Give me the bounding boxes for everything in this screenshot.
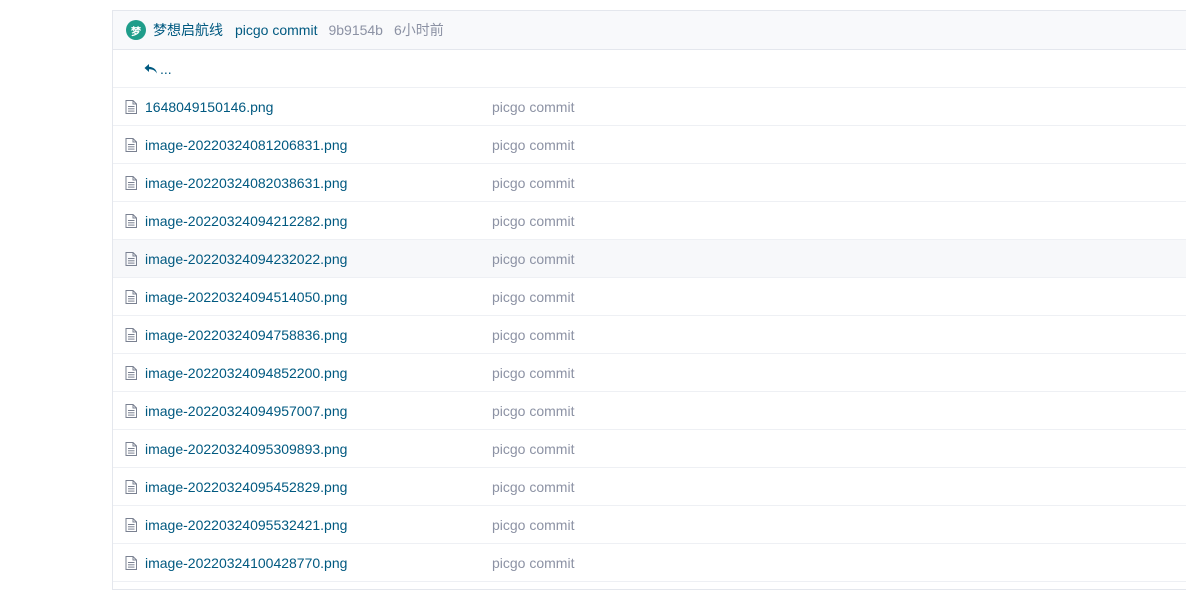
file-name-link[interactable]: image-20220324094212282.png bbox=[145, 213, 492, 229]
file-commit-message[interactable]: picgo commit bbox=[492, 175, 574, 191]
reply-arrow-icon bbox=[144, 63, 157, 73]
parent-directory-link[interactable]: ... bbox=[144, 61, 172, 77]
file-row[interactable]: image-20220324094758836.png picgo commit bbox=[113, 316, 1186, 354]
file-name-link[interactable]: image-20220324081206831.png bbox=[145, 137, 492, 153]
file-icon bbox=[125, 289, 137, 304]
file-row[interactable]: image-20220324095309893.png picgo commit bbox=[113, 430, 1186, 468]
file-icon bbox=[125, 517, 137, 532]
parent-directory-label: ... bbox=[160, 60, 172, 77]
file-name-link[interactable]: image-20220324094758836.png bbox=[145, 327, 492, 343]
file-commit-message[interactable]: picgo commit bbox=[492, 213, 574, 229]
file-row[interactable]: image-20220324094852200.png picgo commit bbox=[113, 354, 1186, 392]
file-row[interactable]: image-20220324094957007.png picgo commit bbox=[113, 392, 1186, 430]
file-commit-message[interactable]: picgo commit bbox=[492, 289, 574, 305]
file-row[interactable]: image-20220324082038631.png picgo commit bbox=[113, 164, 1186, 202]
file-commit-message[interactable]: picgo commit bbox=[492, 403, 574, 419]
file-row[interactable]: image-20220324094212282.png picgo commit bbox=[113, 202, 1186, 240]
file-commit-message[interactable]: picgo commit bbox=[492, 365, 574, 381]
file-name-link[interactable]: image-20220324094852200.png bbox=[145, 365, 492, 381]
file-row[interactable]: image-20220324081206831.png picgo commit bbox=[113, 126, 1186, 164]
avatar[interactable]: 梦 bbox=[126, 20, 146, 40]
parent-directory-row[interactable]: ... bbox=[113, 50, 1186, 88]
file-icon bbox=[125, 175, 137, 190]
latest-commit-header: 梦 梦想启航线 picgo commit 9b9154b 6小时前 bbox=[113, 11, 1186, 50]
commit-author[interactable]: 梦想启航线 bbox=[153, 20, 223, 40]
file-name-link[interactable]: image-20220324082038631.png bbox=[145, 175, 492, 191]
file-name-link[interactable]: 1648049150146.png bbox=[145, 99, 492, 115]
commit-message[interactable]: picgo commit bbox=[235, 22, 317, 38]
file-icon bbox=[125, 137, 137, 152]
file-name-link[interactable]: image-20220324094514050.png bbox=[145, 289, 492, 305]
file-icon bbox=[125, 327, 137, 342]
file-icon bbox=[125, 251, 137, 266]
file-name-link[interactable]: image-20220324094232022.png bbox=[145, 251, 492, 267]
commit-sha[interactable]: 9b9154b bbox=[328, 22, 383, 38]
file-row[interactable]: image-20220324095532421.png picgo commit bbox=[113, 506, 1186, 544]
file-name-link[interactable]: image-20220324095532421.png bbox=[145, 517, 492, 533]
file-commit-message[interactable]: picgo commit bbox=[492, 251, 574, 267]
file-rows: 1648049150146.png picgo commit image-20220… bbox=[113, 88, 1186, 582]
file-commit-message[interactable]: picgo commit bbox=[492, 517, 574, 533]
file-icon bbox=[125, 479, 137, 494]
file-commit-message[interactable]: picgo commit bbox=[492, 99, 574, 115]
file-icon bbox=[125, 441, 137, 456]
file-icon bbox=[125, 403, 137, 418]
file-name-link[interactable]: image-20220324094957007.png bbox=[145, 403, 492, 419]
file-commit-message[interactable]: picgo commit bbox=[492, 137, 574, 153]
file-row[interactable]: 1648049150146.png picgo commit bbox=[113, 88, 1186, 126]
file-icon bbox=[125, 213, 137, 228]
file-row[interactable]: image-20220324094232022.png picgo commit bbox=[113, 240, 1186, 278]
file-commit-message[interactable]: picgo commit bbox=[492, 441, 574, 457]
commit-time: 6小时前 bbox=[393, 22, 444, 38]
file-icon bbox=[125, 365, 137, 380]
file-list-panel: 梦 梦想启航线 picgo commit 9b9154b 6小时前 ... 16… bbox=[112, 10, 1186, 590]
file-row[interactable]: image-20220324095452829.png picgo commit bbox=[113, 468, 1186, 506]
file-name-link[interactable]: image-20220324100428770.png bbox=[145, 555, 492, 571]
file-icon bbox=[125, 99, 137, 114]
file-icon bbox=[125, 555, 137, 570]
file-commit-message[interactable]: picgo commit bbox=[492, 327, 574, 343]
file-commit-message[interactable]: picgo commit bbox=[492, 479, 574, 495]
file-row[interactable]: image-20220324100428770.png picgo commit bbox=[113, 544, 1186, 582]
file-name-link[interactable]: image-20220324095309893.png bbox=[145, 441, 492, 457]
file-commit-message[interactable]: picgo commit bbox=[492, 555, 574, 571]
file-name-link[interactable]: image-20220324095452829.png bbox=[145, 479, 492, 495]
file-row[interactable]: image-20220324094514050.png picgo commit bbox=[113, 278, 1186, 316]
